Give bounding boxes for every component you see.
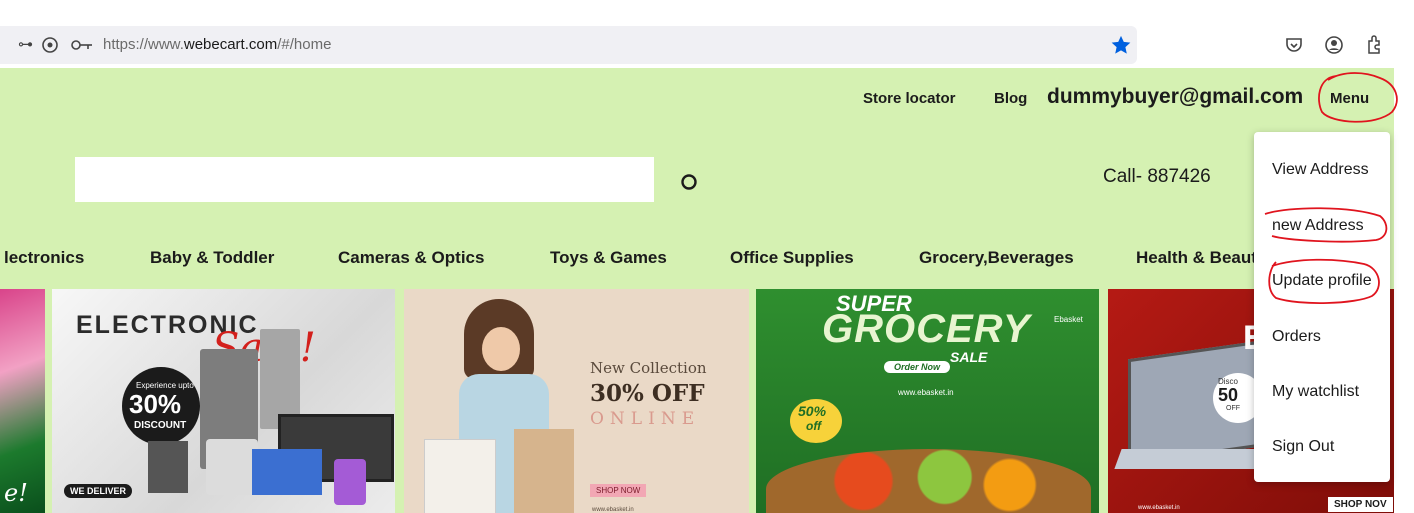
annotation-circle-update-profile: [1268, 258, 1380, 304]
annotation-overlay: [1264, 72, 1398, 304]
annotation-circle-new-address: [1264, 207, 1388, 243]
annotation-circle-menu: [1318, 72, 1398, 123]
